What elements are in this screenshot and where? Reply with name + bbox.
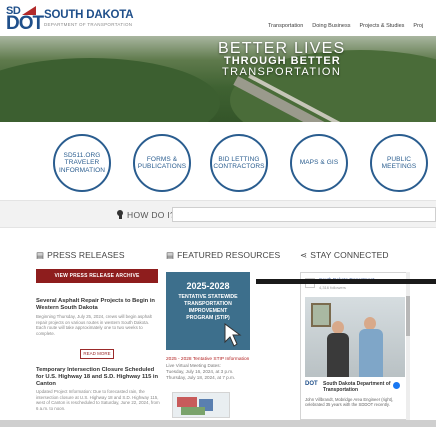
how-do-i-label: HOW DO I? [127,210,176,220]
page: SD DOT SOUTH DAKOTA DEPARTMENT OF TRANSP… [0,0,436,427]
brand-name[interactable]: SOUTH DAKOTA [44,9,134,21]
quick-link-label: PUBLIC MEETINGS [381,155,417,171]
post-author-name[interactable]: South Dakota Department of Transportatio… [323,381,403,393]
news-item-1-title[interactable]: Several Asphalt Repair Projects to Begin… [36,298,160,312]
bottom-shadow [0,420,436,427]
nav-proj-truncated[interactable]: Proj [413,23,423,29]
nav-transportation[interactable]: Transportation [268,23,303,29]
chat-icon: ▤ [166,250,175,260]
stay-connected-heading: ⋖ STAY CONNECTED [300,250,389,261]
top-nav: Transportation Doing Business Projects &… [268,23,423,29]
stip-program-name: TENTATIVE STATEWIDE TRANSPORTATION IMPRO… [178,294,238,321]
quick-link-maps-gis[interactable]: MAPS & GIS [290,134,348,192]
quick-link-label: MAPS & GIS [299,159,339,167]
quick-links: SD511.ORG TRAVELER INFORMATION FORMS & P… [0,122,436,200]
quick-link-label: BID LETTING CONTRACTORS [213,155,265,171]
map-thumbnail[interactable] [172,392,230,418]
hero-hill-left [0,58,220,122]
sddot-logo[interactable]: SD DOT [6,5,44,35]
stip-feature-card[interactable]: 2025-2028 TENTATIVE STATEWIDE TRANSPORTA… [166,272,250,350]
press-archive-button[interactable]: VIEW PRESS RELEASE ARCHIVE [36,269,158,283]
quick-link-sd511[interactable]: SD511.ORG TRAVELER INFORMATION [53,134,111,192]
logo-dot-text: DOT [6,13,44,34]
quick-link-label: SD511.ORG TRAVELER INFORMATION [58,151,106,174]
nav-doing-business[interactable]: Doing Business [312,23,350,29]
press-releases-heading: ▤ PRESS RELEASES [36,250,125,261]
stip-years: 2025-2028 [186,281,230,291]
brand-subtitle: DEPARTMENT OF TRANSPORTATION [44,22,133,27]
feed-scrollbar[interactable] [406,272,410,420]
news-item-2-title[interactable]: Temporary Intersection Closure Scheduled… [36,367,160,388]
facebook-post-photo[interactable] [305,297,405,377]
overlay-bar [256,279,436,284]
lightbulb-icon [117,210,123,219]
hero-line-3: TRANSPORTATION [222,66,342,78]
how-do-i-select[interactable] [172,207,436,222]
nav-projects-studies[interactable]: Projects & Studies [359,23,404,29]
news-item-2-body: Updated Project Information: Due to fore… [36,389,160,411]
featured-resources-title: FEATURED RESOURCES [177,250,281,260]
press-releases-title: PRESS RELEASES [47,250,125,260]
stip-meeting-dates: Live Virtual Meeting Dates: Tuesday, Jul… [166,363,236,380]
quick-link-label: FORMS & PUBLICATIONS [137,155,187,171]
chat-icon: ▤ [36,250,45,260]
featured-resources-heading: ▤ FEATURED RESOURCES [166,250,280,261]
quick-link-public-meetings[interactable]: PUBLIC MEETINGS [370,134,428,192]
site-header: SD DOT SOUTH DAKOTA DEPARTMENT OF TRANSP… [0,0,436,36]
how-do-i-bar: HOW DO I? [0,200,436,228]
facebook-followers: 4,316 followers [319,285,346,290]
facebook-icon [393,382,400,389]
share-icon: ⋖ [300,250,308,260]
post-author-logo: DOT [305,381,318,387]
hero-banner: BETTER LIVES THROUGH BETTER TRANSPORTATI… [0,36,436,122]
facebook-feed[interactable]: South Dakota Department 4,316 followers … [300,272,408,420]
cursor-pointer-icon [224,323,242,347]
post-text: John Villbrandt, Mobridge Area Engineer … [305,397,394,408]
quick-link-bid-letting[interactable]: BID LETTING CONTRACTORS [210,134,268,192]
stay-connected-title: STAY CONNECTED [310,250,389,260]
quick-link-forms[interactable]: FORMS & PUBLICATIONS [133,134,191,192]
read-more-button[interactable]: READ MORE [80,349,114,359]
news-item-1-body: Beginning Thursday, July 25, 2024, crews… [36,314,152,336]
